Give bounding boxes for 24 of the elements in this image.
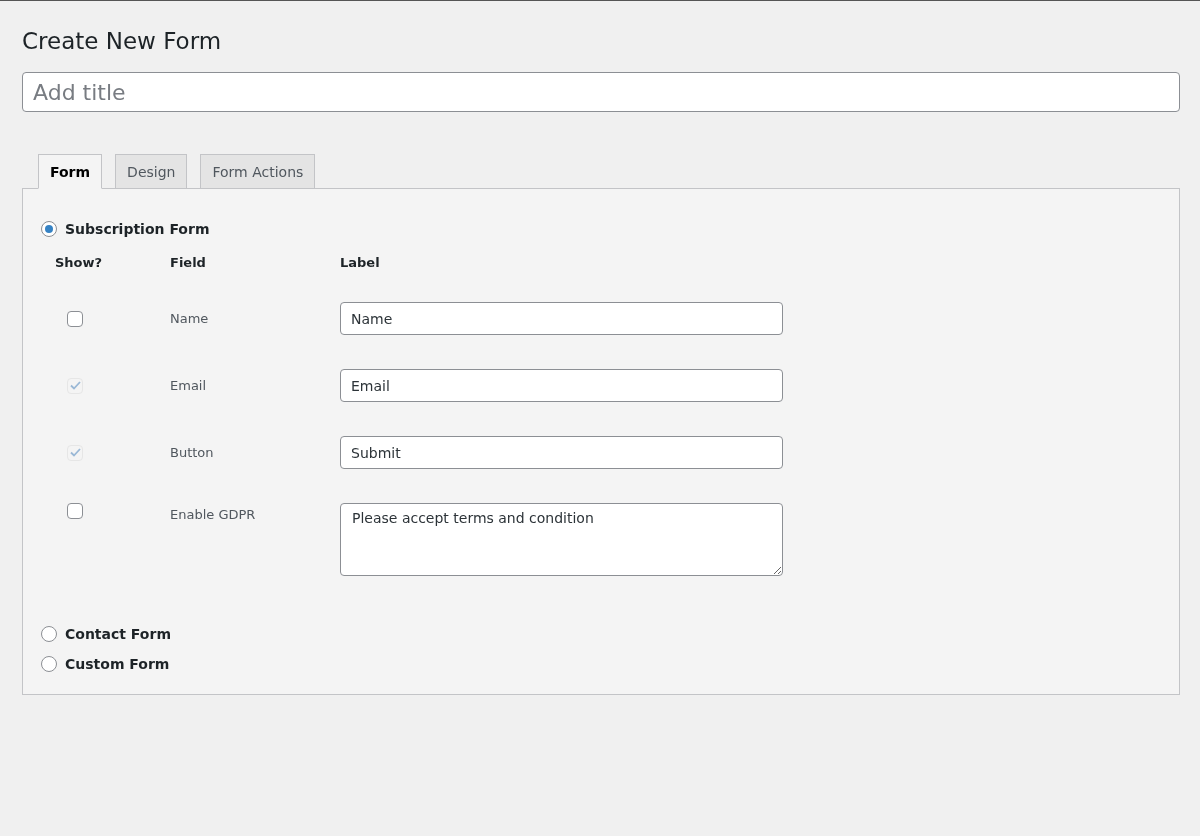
radio-label: Subscription Form <box>65 221 210 237</box>
label-input-field[interactable]: Name <box>340 302 783 335</box>
page-title: Create New Form <box>22 27 223 56</box>
tab[interactable]: Design <box>115 154 188 189</box>
radio-button[interactable] <box>41 656 57 672</box>
checkbox[interactable] <box>67 310 83 327</box>
column-header: Field <box>170 255 207 270</box>
title-input-field[interactable]: Add title <box>22 72 1180 112</box>
radio-label: Custom Form <box>65 656 170 672</box>
field-name: Email <box>170 378 208 393</box>
column-header: Label <box>340 255 381 270</box>
label-textarea-field[interactable]: Please accept terms and condition <box>340 503 783 576</box>
tab[interactable]: Form Actions <box>200 154 316 189</box>
radio-label: Contact Form <box>65 626 171 642</box>
column-header: Show? <box>55 255 104 270</box>
tab[interactable]: Form <box>38 154 103 189</box>
field-name: Button <box>170 445 215 460</box>
field-name: Name <box>170 311 210 326</box>
checkmark-icon <box>69 381 81 390</box>
checkmark-icon <box>69 448 81 457</box>
radio-button[interactable] <box>41 221 57 237</box>
radio-button[interactable] <box>41 626 57 642</box>
checkbox[interactable] <box>67 503 83 519</box>
field-name: Enable GDPR <box>170 506 257 522</box>
